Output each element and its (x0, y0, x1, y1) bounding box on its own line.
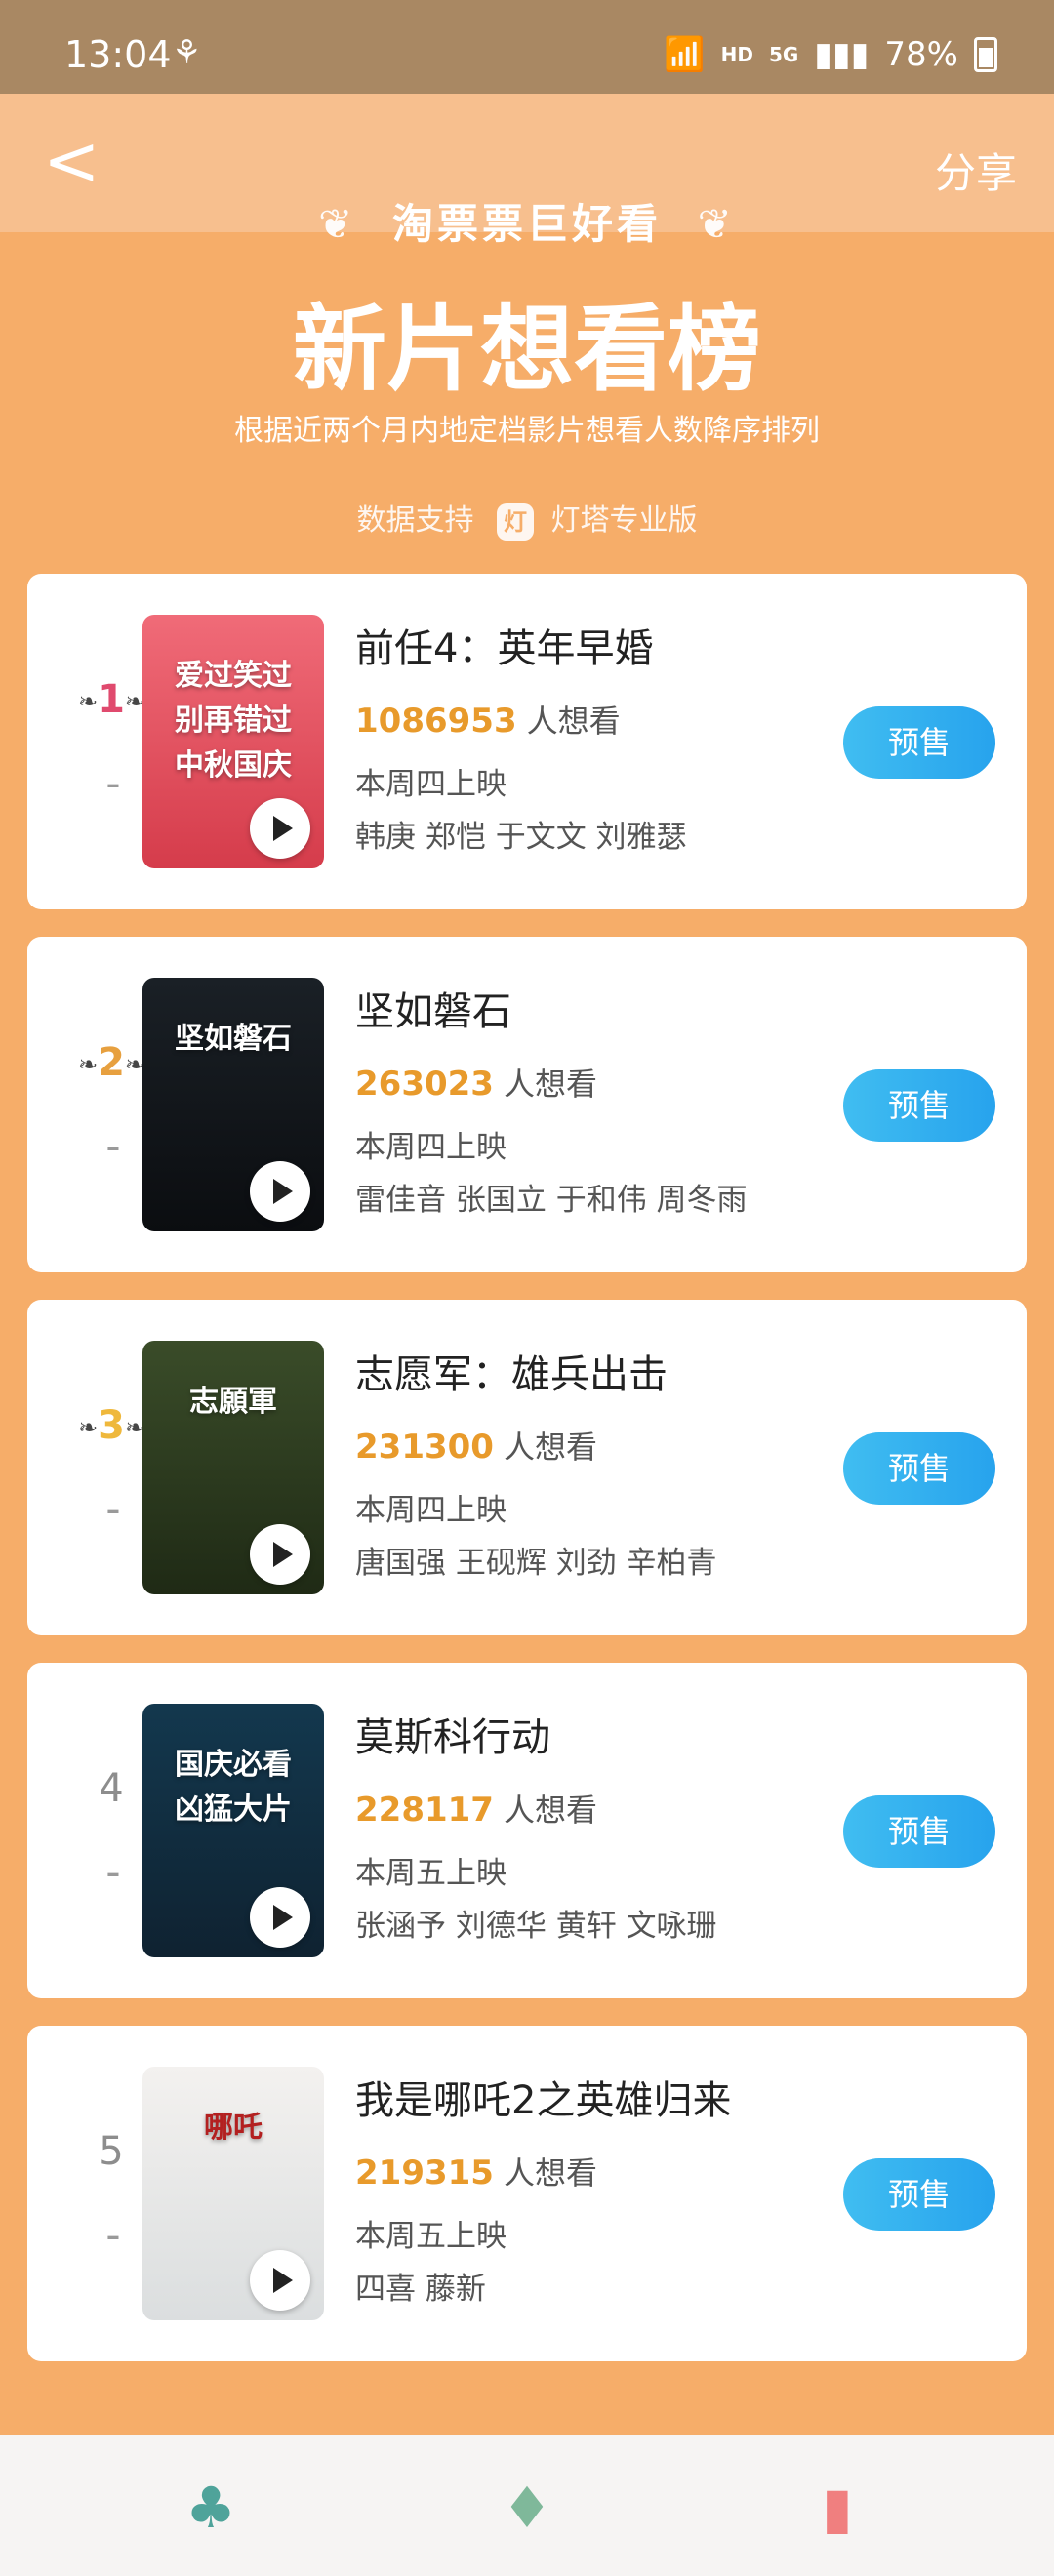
status-bar: 13:04 ⚘ 📶 HD 5G ▮▮▮ 78% (0, 0, 1054, 94)
want-count: 1086953 (355, 702, 517, 741)
release-date: 本周四上映 (355, 767, 507, 802)
play-icon[interactable] (250, 1524, 310, 1585)
data-support-label: 数据支持 (356, 503, 474, 538)
movie-card[interactable]: ❧3❧ - 志願軍 志愿军：雄兵出击 231300 人想看 本周四上映 唐国强 王… (27, 1300, 1027, 1635)
want-label: 人想看 (503, 2154, 597, 2192)
poster-caption: 国庆必看 凶猛大片 (175, 1748, 292, 1827)
movie-title[interactable]: 前任4：英年早婚 (355, 617, 653, 673)
want-count: 231300 (355, 1428, 494, 1467)
want-label: 人想看 (503, 1429, 597, 1466)
status-time: 13:04 (64, 33, 172, 76)
cast-list: 四喜 藤新 (355, 2272, 486, 2307)
want-count: 263023 (355, 1065, 494, 1104)
rank-change: - (105, 1122, 121, 1170)
movie-card[interactable]: 4 - 国庆必看 凶猛大片 莫斯科行动 228117 人想看 本周五上映 张涵予 … (27, 1663, 1027, 1998)
movie-poster[interactable]: 爱过笑过 别再错过 中秋国庆 (142, 615, 324, 868)
drink-icon[interactable]: ▮ (798, 2469, 876, 2547)
want-label: 人想看 (503, 1791, 597, 1829)
release-date: 本周五上映 (355, 1856, 507, 1891)
brand-label: 淘票票巨好看 (391, 200, 662, 248)
movie-title[interactable]: 莫斯科行动 (355, 1706, 550, 1762)
poster-caption: 哪吒 (204, 2111, 263, 2145)
presale-button[interactable]: 预售 (843, 2158, 995, 2231)
movie-poster[interactable]: 志願軍 (142, 1341, 324, 1594)
movie-title[interactable]: 我是哪吒2之英雄归来 (355, 2069, 731, 2125)
cast-list: 韩庚 郑恺 于文文 刘雅瑟 (355, 820, 687, 855)
battery-icon (974, 37, 997, 72)
back-button[interactable]: < (43, 121, 101, 201)
release-date: 本周四上映 (355, 1130, 507, 1165)
release-date: 本周四上映 (355, 1493, 507, 1528)
movie-card[interactable]: ❧2❧ - 坚如磐石 坚如磐石 263023 人想看 本周四上映 雷佳音 张国立 … (27, 937, 1027, 1272)
want-count: 228117 (355, 1791, 494, 1830)
page-subtitle: 根据近两个月内地定档影片想看人数降序排列 (234, 414, 820, 448)
play-icon[interactable] (250, 2250, 310, 2311)
rank-number: 1 (98, 677, 125, 722)
poster-caption: 志願軍 (189, 1385, 277, 1419)
rank-change: - (105, 1848, 121, 1896)
want-count-row: 228117 人想看 (355, 1786, 597, 1831)
rank-number: 4 (99, 1766, 124, 1811)
cast-list: 唐国强 王砚辉 刘劲 辛柏青 (355, 1546, 717, 1581)
laurel-icon: ❧ (124, 688, 145, 715)
rank-number: 5 (99, 2129, 124, 2174)
laurel-icon: ❧ (124, 1414, 145, 1441)
network-5g: 5G (768, 43, 799, 66)
network-hd: HD (720, 43, 753, 66)
app-notification-icon: ⚘ (172, 33, 202, 72)
play-icon[interactable] (250, 1161, 310, 1222)
tower-logo-icon: 灯 (497, 503, 534, 541)
laurel-icon: ❧ (77, 688, 99, 715)
cactus-icon[interactable]: ♣ (172, 2469, 250, 2547)
movie-card[interactable]: ❧1❧ - 爱过笑过 别再错过 中秋国庆 前任4：英年早婚 1086953 人想看… (27, 574, 1027, 909)
cast-list: 张涵予 刘德华 黄轩 文咏珊 (355, 1909, 717, 1944)
bottom-navigation: ♣ ♦ ▮ (0, 2435, 1054, 2576)
want-count-row: 1086953 人想看 (355, 697, 621, 742)
laurel-icon: ❧ (77, 1051, 99, 1078)
movie-poster[interactable]: 坚如磐石 (142, 978, 324, 1231)
rank-number: 2 (98, 1040, 125, 1085)
movie-poster[interactable]: 哪吒 (142, 2067, 324, 2320)
movie-card[interactable]: 5 - 哪吒 我是哪吒2之英雄归来 219315 人想看 本周五上映 四喜 藤新 … (27, 2026, 1027, 2361)
laurel-right-icon: ❦ (697, 200, 736, 248)
presale-button[interactable]: 预售 (843, 706, 995, 779)
want-count-row: 219315 人想看 (355, 2149, 597, 2194)
cast-list: 雷佳音 张国立 于和伟 周冬雨 (355, 1183, 748, 1218)
rank-change: - (105, 759, 121, 807)
data-support: 数据支持 灯 灯塔专业版 (0, 496, 1054, 541)
want-count-row: 263023 人想看 (355, 1060, 597, 1105)
cupcake-icon[interactable]: ♦ (488, 2469, 566, 2547)
movie-poster[interactable]: 国庆必看 凶猛大片 (142, 1704, 324, 1957)
want-label: 人想看 (526, 703, 621, 740)
play-icon[interactable] (250, 1887, 310, 1948)
release-date: 本周五上映 (355, 2219, 507, 2254)
laurel-icon: ❧ (124, 1051, 145, 1078)
signal-icon: ▮▮▮ (814, 35, 870, 74)
laurel-icon: ❧ (77, 1414, 99, 1441)
presale-button[interactable]: 预售 (843, 1069, 995, 1142)
want-count: 219315 (355, 2153, 494, 2193)
rank-change: - (105, 1485, 121, 1533)
movie-title[interactable]: 志愿军：雄兵出击 (355, 1343, 668, 1399)
want-count-row: 231300 人想看 (355, 1423, 597, 1468)
poster-caption: 爱过笑过 别再错过 中秋国庆 (175, 659, 292, 783)
wifi-icon: 📶 (664, 35, 706, 74)
rank-change: - (105, 2211, 121, 2259)
battery-percent: 78% (884, 35, 958, 74)
movie-title[interactable]: 坚如磐石 (355, 980, 511, 1036)
presale-button[interactable]: 预售 (843, 1795, 995, 1868)
page-title: 新片想看榜 (293, 295, 761, 404)
laurel-left-icon: ❦ (318, 200, 357, 248)
brand-ribbon: ❦ 淘票票巨好看 ❦ (0, 191, 1054, 251)
chevron-left-icon: < (43, 121, 101, 201)
want-label: 人想看 (503, 1066, 597, 1103)
presale-button[interactable]: 预售 (843, 1432, 995, 1505)
poster-caption: 坚如磐石 (175, 1022, 292, 1056)
status-right: 📶 HD 5G ▮▮▮ 78% (664, 35, 997, 74)
data-source: 灯塔专业版 (550, 503, 698, 538)
rank-number: 3 (98, 1403, 125, 1448)
play-icon[interactable] (250, 798, 310, 859)
